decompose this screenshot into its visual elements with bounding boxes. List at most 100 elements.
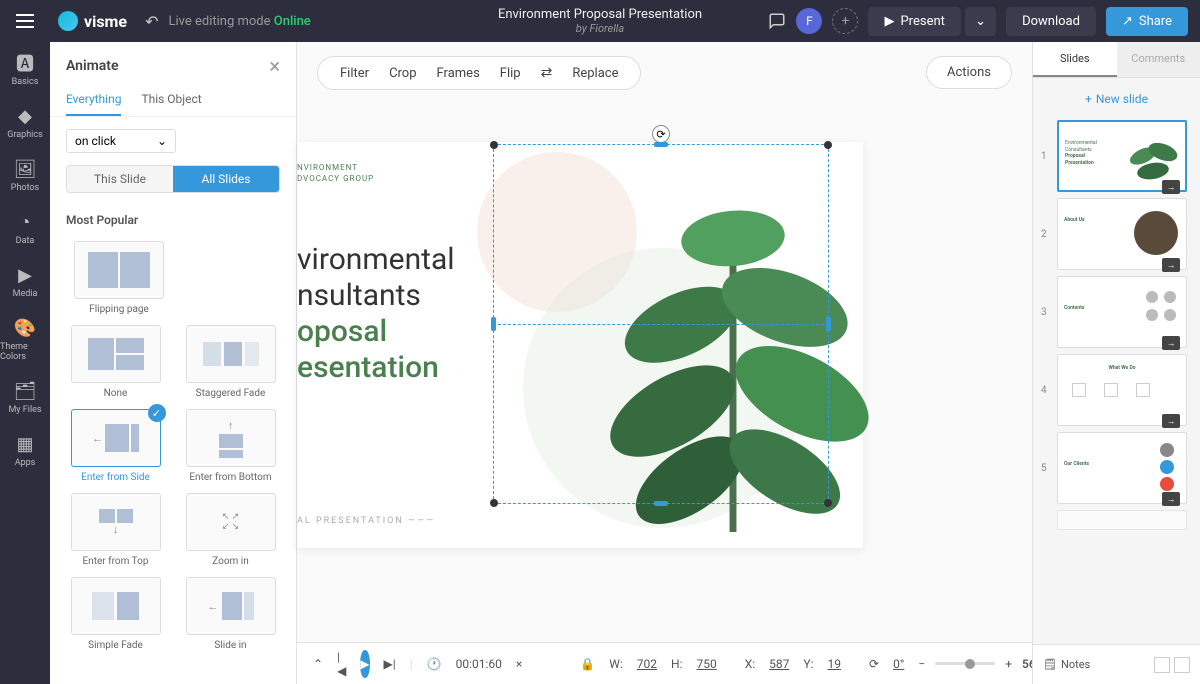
tool-crop[interactable]: Crop bbox=[383, 64, 422, 83]
undo-icon[interactable]: ↶ bbox=[145, 12, 158, 31]
rail-graphics[interactable]: ◆Graphics bbox=[7, 105, 42, 140]
comment-icon[interactable] bbox=[768, 12, 786, 30]
doc-title[interactable]: Environment Proposal Presentation bbox=[498, 7, 702, 22]
anim-zoom-in[interactable]: ↖ ↗↙ ↘ Zoom in bbox=[181, 493, 280, 567]
slide-thumb-6[interactable] bbox=[1041, 510, 1192, 530]
menu-button[interactable] bbox=[0, 0, 50, 42]
graphics-icon: ◆ bbox=[14, 105, 36, 127]
handle-nw[interactable] bbox=[490, 141, 498, 149]
y-value[interactable]: 19 bbox=[828, 657, 842, 671]
left-rail: 🅰Basics ◆Graphics 🖼Photos ◔Data ▶Media 🎨… bbox=[0, 42, 50, 684]
new-slide-button[interactable]: + New slide bbox=[1033, 78, 1200, 120]
slide-thumb-1[interactable]: 1 EnvironmentalConsultantsProposalPresen… bbox=[1041, 120, 1192, 192]
present-button[interactable]: ▶ Present bbox=[868, 7, 960, 36]
top-header: visme ↶ Live editing mode Online Environ… bbox=[0, 0, 1200, 42]
tool-replace[interactable]: Replace bbox=[566, 64, 624, 83]
animation-grid: Flipping page None Staggered Fade ← ✓ En… bbox=[50, 233, 296, 659]
notes-button[interactable]: 🗒 Notes bbox=[1043, 658, 1090, 671]
actions-button[interactable]: Actions bbox=[926, 56, 1012, 89]
anim-enter-from-bottom[interactable]: ↑ Enter from Bottom bbox=[181, 409, 280, 483]
plus-icon: + bbox=[1085, 92, 1092, 106]
rail-theme-colors[interactable]: 🎨Theme Colors bbox=[0, 317, 50, 362]
tab-comments[interactable]: Comments bbox=[1117, 42, 1200, 77]
slide-thumb-4[interactable]: 4 What We Do → bbox=[1041, 354, 1192, 426]
anim-enter-from-side[interactable]: ← ✓ Enter from Side bbox=[66, 409, 165, 483]
guide-line bbox=[493, 324, 829, 325]
check-icon: ✓ bbox=[148, 404, 166, 422]
slide-thumb-5[interactable]: 5 Our Clients → bbox=[1041, 432, 1192, 504]
next-icon[interactable]: ▶| bbox=[384, 657, 396, 671]
scope-all-slides[interactable]: All Slides bbox=[173, 166, 279, 192]
rail-data[interactable]: ◔Data bbox=[14, 211, 36, 246]
notes-icon: 🗒 bbox=[1043, 658, 1057, 671]
image-toolbar: Filter Crop Frames Flip ⇄ Replace bbox=[317, 56, 641, 90]
slide-thumb-2[interactable]: 2 About Us → bbox=[1041, 198, 1192, 270]
play-button[interactable]: ▶ bbox=[360, 650, 369, 678]
view-list[interactable] bbox=[1174, 657, 1190, 673]
slides-tabs: Slides Comments bbox=[1033, 42, 1200, 78]
tool-flip[interactable]: Flip bbox=[494, 64, 527, 83]
add-user-button[interactable]: + bbox=[832, 8, 858, 34]
zoom-out[interactable]: − bbox=[918, 657, 925, 671]
share-button[interactable]: ↗ Share bbox=[1106, 7, 1188, 36]
slide-footer: AL PRESENTATION ——— bbox=[297, 516, 435, 526]
bottom-bar: ⌃ |◀ ▶ ▶| | 🕐 00:01:60 × 🔒 W: 702 H: 750… bbox=[297, 642, 1032, 684]
rail-photos[interactable]: 🖼Photos bbox=[11, 158, 39, 193]
rail-my-files[interactable]: 🗂My Files bbox=[8, 380, 41, 415]
logo[interactable]: visme bbox=[58, 11, 127, 31]
rail-media[interactable]: ▶Media bbox=[13, 264, 38, 299]
anim-slide-in[interactable]: ← Slide in bbox=[181, 577, 280, 651]
handle-se[interactable] bbox=[824, 499, 832, 507]
lock-icon[interactable]: 🔒 bbox=[580, 657, 595, 671]
clock-icon: 🕐 bbox=[427, 657, 442, 671]
share-label: Share bbox=[1139, 14, 1172, 29]
anim-flipping-page[interactable]: Flipping page bbox=[74, 241, 164, 315]
width-value[interactable]: 702 bbox=[637, 657, 657, 671]
anim-indicator-icon: → bbox=[1162, 414, 1180, 428]
present-dropdown[interactable]: ⌄ bbox=[965, 7, 996, 36]
x-value[interactable]: 587 bbox=[769, 657, 789, 671]
photos-icon: 🖼 bbox=[14, 158, 36, 180]
anim-simple-fade[interactable]: Simple Fade bbox=[66, 577, 165, 651]
time-value: 00:01:60 bbox=[456, 657, 502, 671]
panel-header: Animate × bbox=[50, 42, 296, 86]
rail-apps[interactable]: ▦Apps bbox=[14, 433, 36, 468]
rail-basics[interactable]: 🅰Basics bbox=[12, 52, 39, 87]
trigger-select[interactable]: on click ⌄ bbox=[66, 129, 176, 153]
view-grid[interactable] bbox=[1154, 657, 1170, 673]
rotate-icon[interactable]: ⟳ bbox=[869, 657, 879, 671]
download-button[interactable]: Download bbox=[1006, 7, 1096, 36]
height-value[interactable]: 750 bbox=[697, 657, 717, 671]
tool-filter[interactable]: Filter bbox=[334, 64, 375, 83]
slide-subheading: NVIRONMENTDVOCACY GROUP bbox=[297, 162, 374, 184]
slide-thumb-3[interactable]: 3 Contents → bbox=[1041, 276, 1192, 348]
handle-sw[interactable] bbox=[490, 499, 498, 507]
handle-n[interactable] bbox=[654, 142, 668, 147]
clear-time[interactable]: × bbox=[516, 657, 522, 671]
trigger-value: on click bbox=[75, 134, 116, 148]
close-icon[interactable]: × bbox=[269, 54, 280, 78]
anim-none[interactable]: None bbox=[66, 325, 165, 399]
tab-everything[interactable]: Everything bbox=[66, 86, 121, 116]
replace-icon: ⇄ bbox=[535, 63, 559, 83]
prev-icon[interactable]: |◀ bbox=[337, 650, 346, 678]
tool-frames[interactable]: Frames bbox=[431, 64, 486, 83]
tab-this-object[interactable]: This Object bbox=[141, 86, 201, 116]
tab-slides[interactable]: Slides bbox=[1033, 42, 1117, 77]
rotate-handle[interactable]: ⟳ bbox=[652, 125, 670, 143]
handle-s[interactable] bbox=[654, 501, 668, 506]
handle-ne[interactable] bbox=[824, 141, 832, 149]
chevron-up-icon[interactable]: ⌃ bbox=[313, 657, 323, 671]
doc-author: by Fiorella bbox=[498, 22, 702, 35]
user-avatar[interactable]: F bbox=[796, 8, 822, 34]
anim-enter-from-top[interactable]: ↓ Enter from Top bbox=[66, 493, 165, 567]
anim-indicator-icon: → bbox=[1162, 492, 1180, 506]
logo-icon bbox=[58, 11, 78, 31]
editing-mode-label: Live editing mode Online bbox=[168, 14, 310, 29]
scope-this-slide[interactable]: This Slide bbox=[67, 166, 173, 192]
zoom-in[interactable]: + bbox=[1005, 657, 1012, 671]
anim-staggered-fade[interactable]: Staggered Fade bbox=[181, 325, 280, 399]
apps-icon: ▦ bbox=[14, 433, 36, 455]
angle-value[interactable]: 0° bbox=[893, 657, 904, 671]
zoom-slider[interactable] bbox=[935, 662, 995, 665]
